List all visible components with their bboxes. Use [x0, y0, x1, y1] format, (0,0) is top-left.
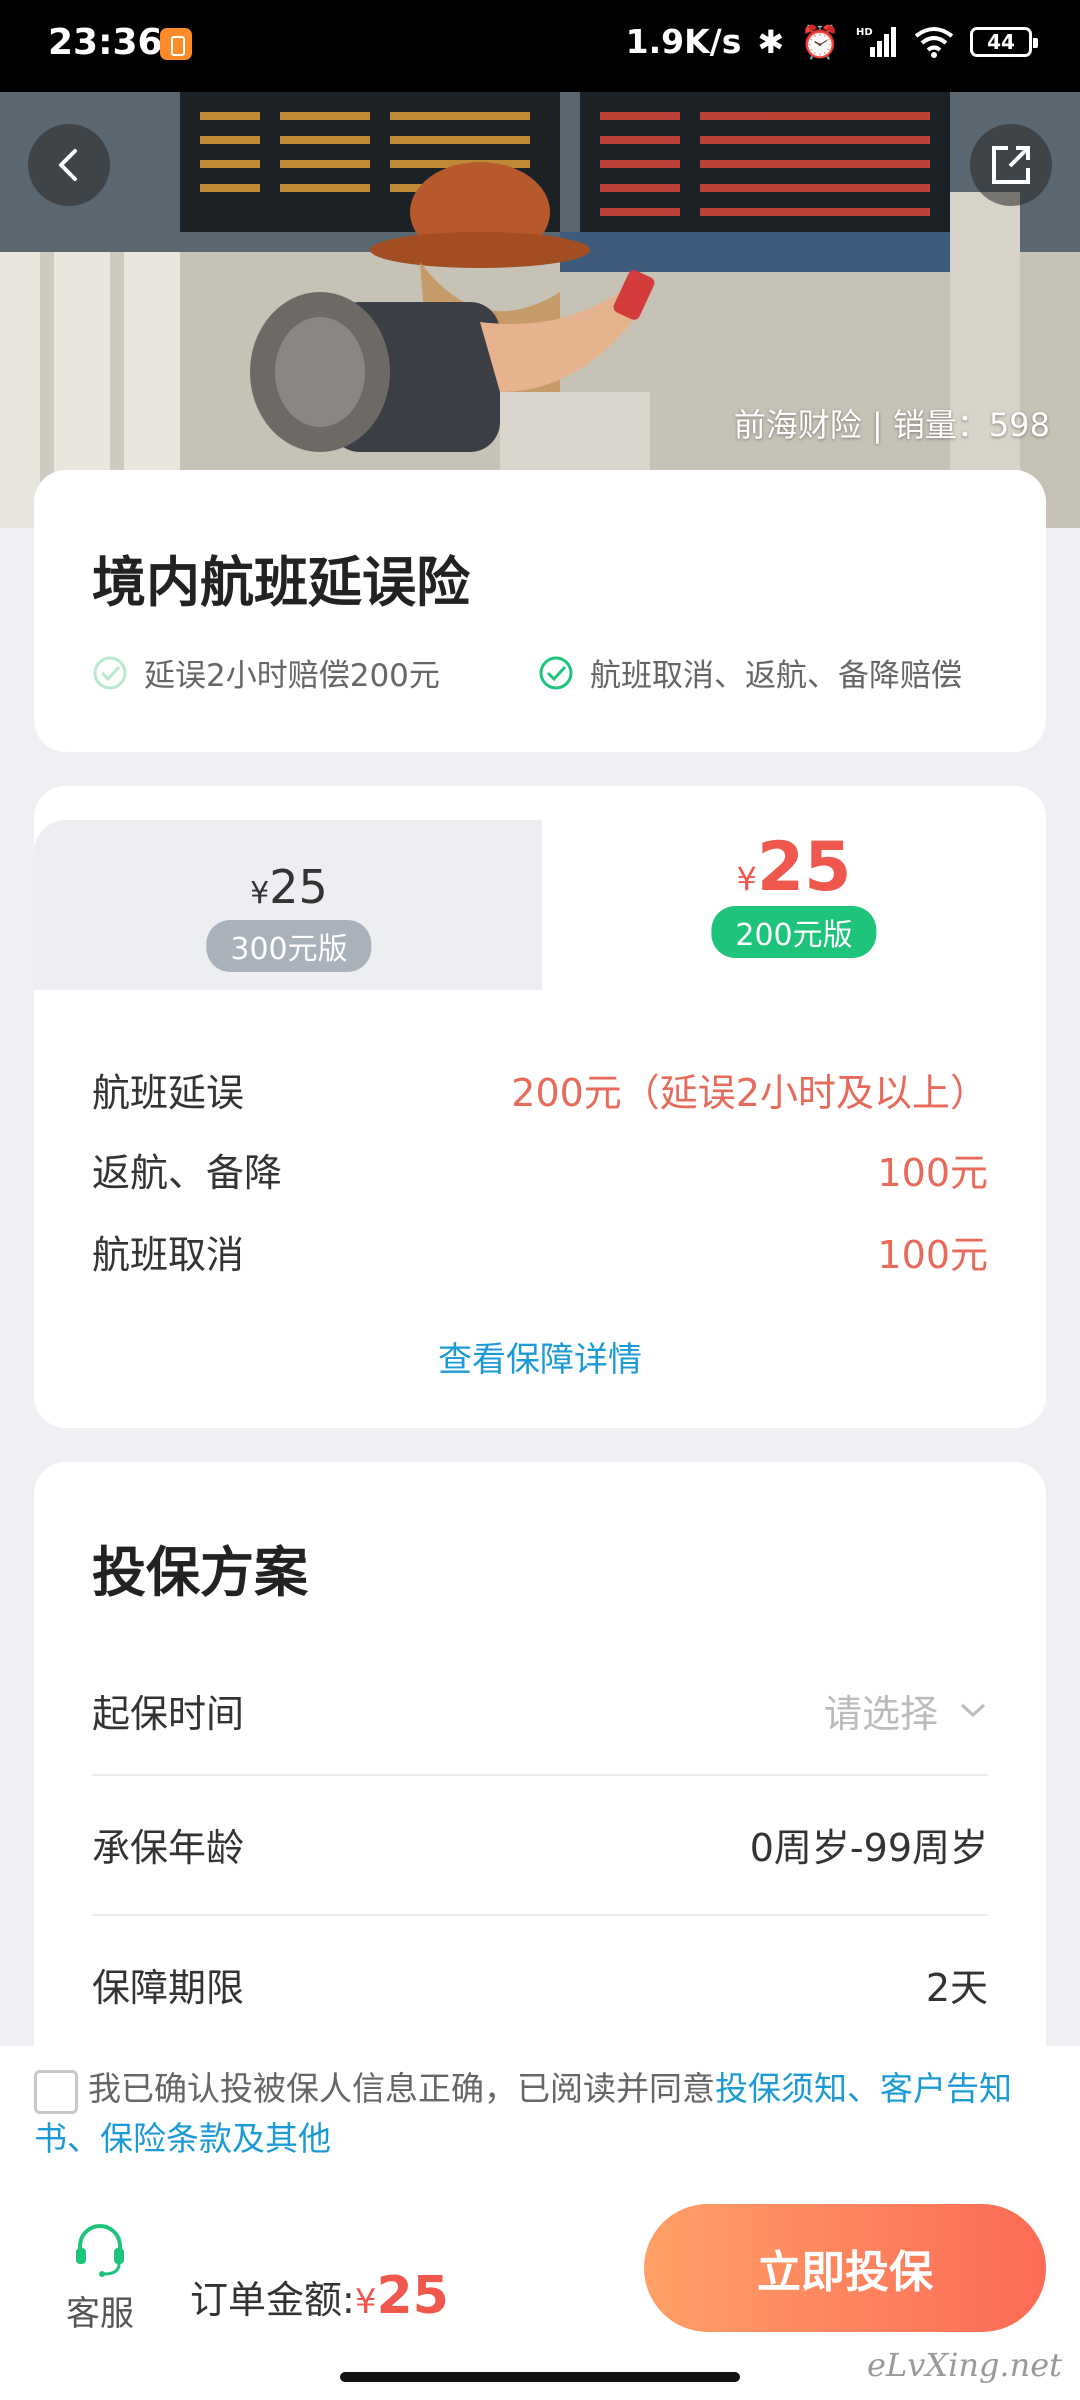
bottom-bar: 客服 订单金额: ¥ 25 立即投保 eLvXing.net [0, 2196, 1080, 2400]
watermark: eLvXing.net [867, 2346, 1062, 2384]
age-label: 承保年龄 [92, 1825, 245, 1870]
feature-item: 航班取消、返航、备降赔偿 [538, 650, 962, 695]
chevron-down-icon [960, 1703, 986, 1718]
order-amount-label: 订单金额: [190, 2278, 355, 2322]
start-time-placeholder: 请选择 [823, 1691, 938, 1736]
start-time-row[interactable]: 起保时间 请选择 [92, 1640, 988, 1780]
age-row: 承保年龄 0周岁-99周岁 [92, 1774, 988, 1914]
back-button[interactable] [28, 124, 110, 206]
plan-card: ¥25 300元版 ¥25 200元版 航班延误 200元（延误2小时及以上） … [34, 786, 1046, 1428]
agreement-text: 我已确认投被保人信息正确，已阅读并同意投保须知、客户告知书、保险条款及其他 [34, 2064, 1054, 2164]
plan-version-badge: 300元版 [206, 920, 372, 972]
product-card: 境内航班延误险 延误2小时赔偿200元 航班取消、返航、备降赔偿 [34, 470, 1046, 752]
network-speed: 1.9K/s [625, 22, 742, 61]
insure-plan-card: 投保方案 起保时间 请选择 承保年龄 0周岁-99周岁 保障期限 2天 [34, 1462, 1046, 2102]
coverage-value: 100元 [877, 1233, 988, 1277]
plan-tabs: ¥25 300元版 ¥25 200元版 [34, 786, 1046, 990]
currency-symbol: ¥ [354, 2282, 377, 2322]
insure-plan-title: 投保方案 [92, 1541, 308, 1604]
currency-symbol: ¥ [736, 860, 757, 898]
buy-now-button[interactable]: 立即投保 [644, 2204, 1046, 2332]
plan-version-badge: 200元版 [711, 906, 877, 958]
hero-banner: 前海财险 | 销量：598 [0, 92, 1080, 528]
currency-symbol: ¥ [250, 876, 270, 911]
agreement-statement: 我已确认投被保人信息正确，已阅读并同意 [88, 2069, 715, 2108]
status-icons: 1.9K/s ✱ ⏰ HD 44 [625, 22, 1038, 61]
battery-level: 44 [987, 29, 1015, 54]
plan-price: ¥25 [542, 828, 1046, 907]
plan-price-value: 25 [756, 828, 852, 907]
plan-price-value: 25 [269, 860, 328, 914]
wifi-icon [914, 26, 954, 58]
product-title: 境内航班延误险 [92, 551, 470, 614]
share-button[interactable] [970, 124, 1052, 206]
signal-icon: HD [856, 26, 896, 57]
order-amount: 订单金额: ¥ 25 [190, 2266, 449, 2326]
hero-photo-illustration [0, 92, 1080, 528]
bluetooth-icon: ✱ [757, 22, 785, 61]
chevron-left-icon [59, 149, 77, 181]
check-circle-icon [539, 656, 573, 689]
clock: 23:36 [48, 22, 163, 63]
customer-service-button[interactable]: 客服 [60, 2220, 140, 2335]
plan-price: ¥25 [34, 860, 544, 914]
agreement-section: 我已确认投被保人信息正确，已阅读并同意投保须知、客户告知书、保险条款及其他 [0, 2046, 1080, 2196]
coverage-row: 返航、备降 100元 [92, 1142, 988, 1197]
coverage-row: 航班取消 100元 [92, 1224, 988, 1279]
coverage-value: 200元（延误2小时及以上） [511, 1071, 988, 1115]
headset-icon [76, 2224, 124, 2277]
age-value: 0周岁-99周岁 [749, 1825, 988, 1870]
period-label: 保障期限 [92, 1965, 245, 2010]
coverage-label: 航班延误 [92, 1071, 245, 1115]
alarm-icon: ⏰ [800, 22, 840, 61]
home-indicator[interactable] [340, 2372, 740, 2382]
status-bar: 23:36 1.9K/s ✱ ⏰ HD 44 [0, 0, 1080, 92]
view-coverage-details-link[interactable]: 查看保障详情 [34, 1332, 1046, 1381]
coverage-value: 100元 [877, 1151, 988, 1195]
start-time-select[interactable]: 请选择 [824, 1683, 988, 1738]
feature-label: 延误2小时赔偿200元 [144, 658, 440, 694]
order-amount-value: 25 [376, 2266, 449, 2326]
coverage-label: 航班取消 [92, 1233, 245, 1277]
feature-item: 延误2小时赔偿200元 [92, 650, 440, 695]
battery-icon: 44 [970, 26, 1038, 57]
start-time-label: 起保时间 [92, 1691, 245, 1736]
notification-app-icon [160, 28, 192, 60]
period-value: 2天 [925, 1965, 988, 2010]
sales-info: 前海财险 | 销量：598 [733, 406, 1050, 444]
share-icon [992, 146, 1030, 184]
check-circle-icon [93, 656, 127, 689]
plan-tab-300[interactable]: ¥25 300元版 [34, 820, 544, 990]
coverage-label: 返航、备降 [92, 1151, 283, 1195]
customer-service-label: 客服 [66, 2294, 134, 2334]
period-row: 保障期限 2天 [92, 1914, 988, 2054]
coverage-row: 航班延误 200元（延误2小时及以上） [92, 1062, 988, 1117]
signal-hd-label: HD [856, 27, 873, 38]
feature-label: 航班取消、返航、备降赔偿 [590, 658, 962, 694]
plan-tab-200[interactable]: ¥25 200元版 [542, 786, 1046, 990]
